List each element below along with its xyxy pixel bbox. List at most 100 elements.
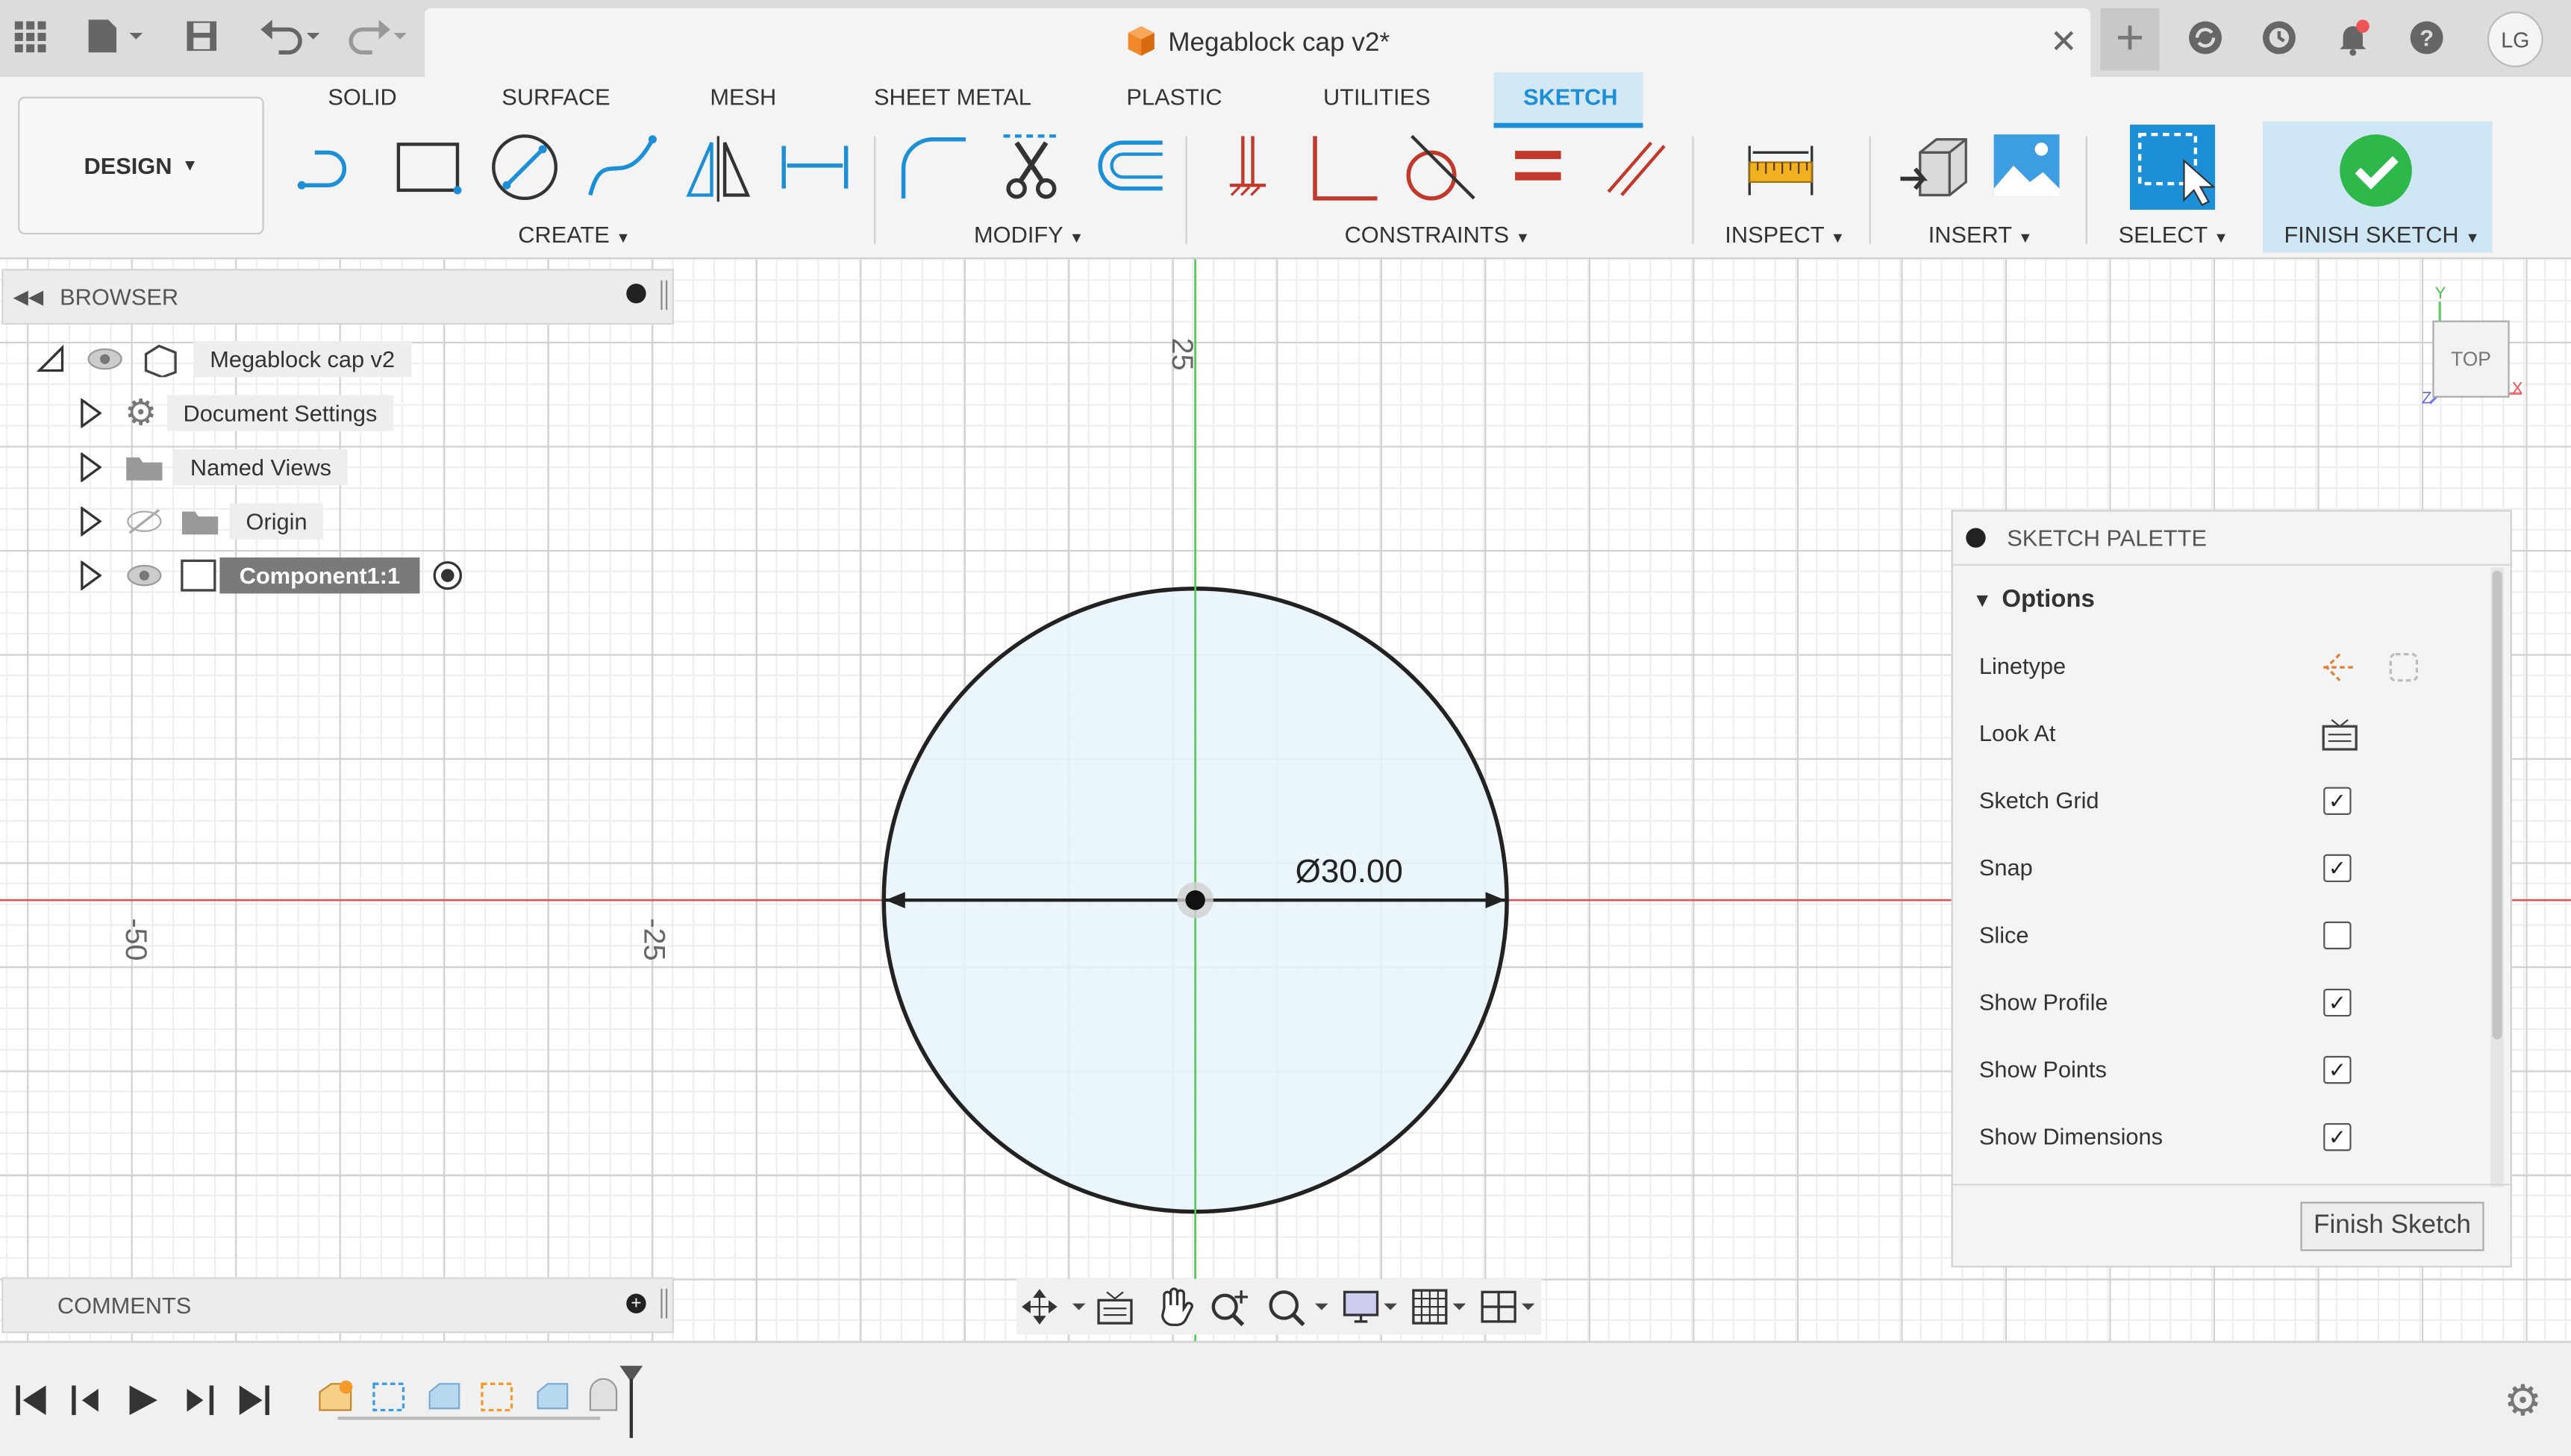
- modify-menu[interactable]: MODIFY ▼: [974, 222, 1084, 248]
- equal-constraint-icon[interactable]: [1499, 130, 1574, 205]
- browser-item-label[interactable]: Document Settings: [166, 395, 394, 431]
- user-avatar[interactable]: LG: [2487, 11, 2543, 68]
- browser-item-label[interactable]: Component1:1: [219, 557, 420, 594]
- browser-root-label[interactable]: Megablock cap v2: [193, 340, 412, 378]
- show-points-checkbox[interactable]: ✓: [2323, 1055, 2352, 1084]
- dimension-tool-icon[interactable]: [777, 130, 852, 205]
- browser-root-row[interactable]: Megablock cap v2: [36, 338, 412, 381]
- fit-zoom-icon[interactable]: [1266, 1287, 1331, 1327]
- activate-component-radio-icon[interactable]: [430, 557, 466, 593]
- file-menu-icon[interactable]: [82, 13, 148, 60]
- tab-plastic[interactable]: PLASTIC: [1126, 84, 1222, 110]
- construction-linetype-icon[interactable]: [2320, 649, 2360, 685]
- show-profile-checkbox[interactable]: ✓: [2323, 988, 2352, 1017]
- browser-item-origin[interactable]: Origin: [78, 500, 324, 543]
- notifications-bell-icon[interactable]: [2331, 16, 2374, 59]
- timeline-previous-icon[interactable]: [69, 1382, 104, 1418]
- timeline-last-icon[interactable]: [236, 1382, 272, 1418]
- create-menu[interactable]: CREATE ▼: [518, 222, 631, 248]
- insert-menu[interactable]: INSERT ▼: [1928, 222, 2033, 248]
- select-window-icon[interactable]: [2129, 124, 2216, 210]
- offset-tool-icon[interactable]: [1090, 130, 1166, 205]
- rectangle-tool-icon[interactable]: [390, 130, 466, 205]
- job-status-icon[interactable]: [2258, 16, 2300, 59]
- close-tab-icon[interactable]: ✕: [2050, 22, 2078, 63]
- pan-hand-icon[interactable]: [1155, 1285, 1194, 1328]
- slice-checkbox[interactable]: [2323, 921, 2352, 950]
- browser-panel-header[interactable]: ◀◀ BROWSER: [1, 269, 674, 325]
- line-tool-icon[interactable]: [295, 130, 370, 205]
- trim-scissors-icon[interactable]: [993, 130, 1069, 205]
- display-settings-icon[interactable]: [1341, 1287, 1400, 1327]
- app-grid-icon[interactable]: [10, 13, 49, 60]
- timeline-next-icon[interactable]: [181, 1382, 216, 1418]
- redo-icon[interactable]: [341, 13, 410, 60]
- timeline-first-icon[interactable]: [13, 1382, 49, 1418]
- document-tab[interactable]: Megablock cap v2* ✕: [425, 7, 2091, 78]
- select-menu[interactable]: SELECT ▼: [2119, 222, 2228, 248]
- grid-settings-icon[interactable]: [1410, 1287, 1469, 1327]
- fix-constraint-icon[interactable]: [1210, 130, 1285, 205]
- comments-panel-header[interactable]: COMMENTS +: [1, 1277, 674, 1334]
- finish-sketch-menu[interactable]: FINISH SKETCH ▼: [2284, 222, 2480, 248]
- timeline-marker[interactable]: [616, 1363, 646, 1441]
- palette-header[interactable]: SKETCH PALETTE: [1952, 511, 2511, 566]
- new-tab-button[interactable]: +: [2100, 7, 2160, 71]
- sketch-grid-checkbox[interactable]: ✓: [2323, 787, 2352, 815]
- viewports-icon[interactable]: [1479, 1287, 1538, 1327]
- finish-sketch-button[interactable]: Finish Sketch: [2300, 1202, 2484, 1252]
- constraints-menu[interactable]: CONSTRAINTS ▼: [1345, 222, 1531, 248]
- save-icon[interactable]: [181, 13, 223, 60]
- browser-item-component[interactable]: Component1:1: [78, 554, 466, 597]
- extensions-icon[interactable]: [2184, 16, 2226, 59]
- tab-solid[interactable]: SOLID: [328, 84, 396, 110]
- insert-derive-icon[interactable]: [1897, 130, 1972, 205]
- insert-canvas-image-icon[interactable]: [1989, 130, 2064, 205]
- centerline-linetype-icon[interactable]: [2386, 649, 2422, 685]
- palette-scrollbar[interactable]: [2490, 567, 2504, 1187]
- expand-triangle-icon[interactable]: [78, 506, 102, 537]
- tangent-constraint-icon[interactable]: [1402, 130, 1477, 205]
- minimize-palette-icon[interactable]: [1966, 528, 1986, 548]
- parallel-constraint-icon[interactable]: [1596, 130, 1671, 205]
- collapse-triangle-icon[interactable]: [36, 344, 66, 374]
- inspect-menu[interactable]: INSPECT ▼: [1725, 222, 1845, 248]
- tab-surface[interactable]: SURFACE: [502, 84, 610, 110]
- browser-item-named-views[interactable]: Named Views: [78, 446, 349, 489]
- look-at-icon[interactable]: [2320, 716, 2360, 752]
- panel-grip-icon[interactable]: [660, 1288, 668, 1319]
- hidden-eye-icon[interactable]: [125, 507, 164, 537]
- fillet-tool-icon[interactable]: [896, 130, 971, 205]
- expand-triangle-icon[interactable]: [78, 560, 102, 590]
- tab-mesh[interactable]: MESH: [710, 84, 776, 110]
- timeline-play-icon[interactable]: [125, 1382, 160, 1418]
- viewcube[interactable]: TOP X Y Z: [2420, 285, 2535, 410]
- workspace-switcher[interactable]: DESIGN ▼: [18, 96, 264, 235]
- show-dimensions-checkbox[interactable]: ✓: [2323, 1122, 2352, 1152]
- tab-utilities[interactable]: UTILITIES: [1323, 84, 1431, 110]
- collapse-panel-icon[interactable]: ◀◀: [13, 285, 44, 308]
- panel-grip-icon[interactable]: [660, 280, 668, 310]
- browser-item-label[interactable]: Origin: [229, 503, 324, 540]
- look-at-view-icon[interactable]: [1096, 1287, 1135, 1327]
- visibility-eye-icon[interactable]: [85, 344, 125, 374]
- finish-sketch-check-icon[interactable]: [2338, 133, 2414, 208]
- add-comment-icon[interactable]: +: [626, 1293, 646, 1313]
- browser-item-label[interactable]: Named Views: [173, 449, 349, 486]
- tab-sketch[interactable]: SKETCH: [1523, 84, 1617, 110]
- palette-scrollbar-thumb[interactable]: [2492, 570, 2502, 1040]
- expand-triangle-icon[interactable]: [78, 452, 102, 482]
- timeline-settings-gear-icon[interactable]: ⚙: [2504, 1375, 2542, 1426]
- spline-tool-icon[interactable]: [584, 130, 659, 205]
- circle-tool-icon[interactable]: [487, 130, 563, 205]
- diameter-dimension-label[interactable]: Ø30.00: [1296, 854, 1403, 893]
- measure-ruler-icon[interactable]: [1743, 130, 1818, 205]
- mirror-tool-icon[interactable]: [681, 130, 756, 205]
- undo-icon[interactable]: [254, 13, 323, 60]
- perpendicular-constraint-icon[interactable]: [1307, 130, 1382, 205]
- expand-triangle-icon[interactable]: [78, 398, 102, 428]
- visibility-eye-icon[interactable]: [125, 560, 164, 590]
- viewcube-top-face[interactable]: TOP: [2433, 322, 2508, 397]
- browser-item-document-settings[interactable]: ⚙ Document Settings: [78, 392, 394, 434]
- help-icon[interactable]: ?: [2405, 16, 2448, 59]
